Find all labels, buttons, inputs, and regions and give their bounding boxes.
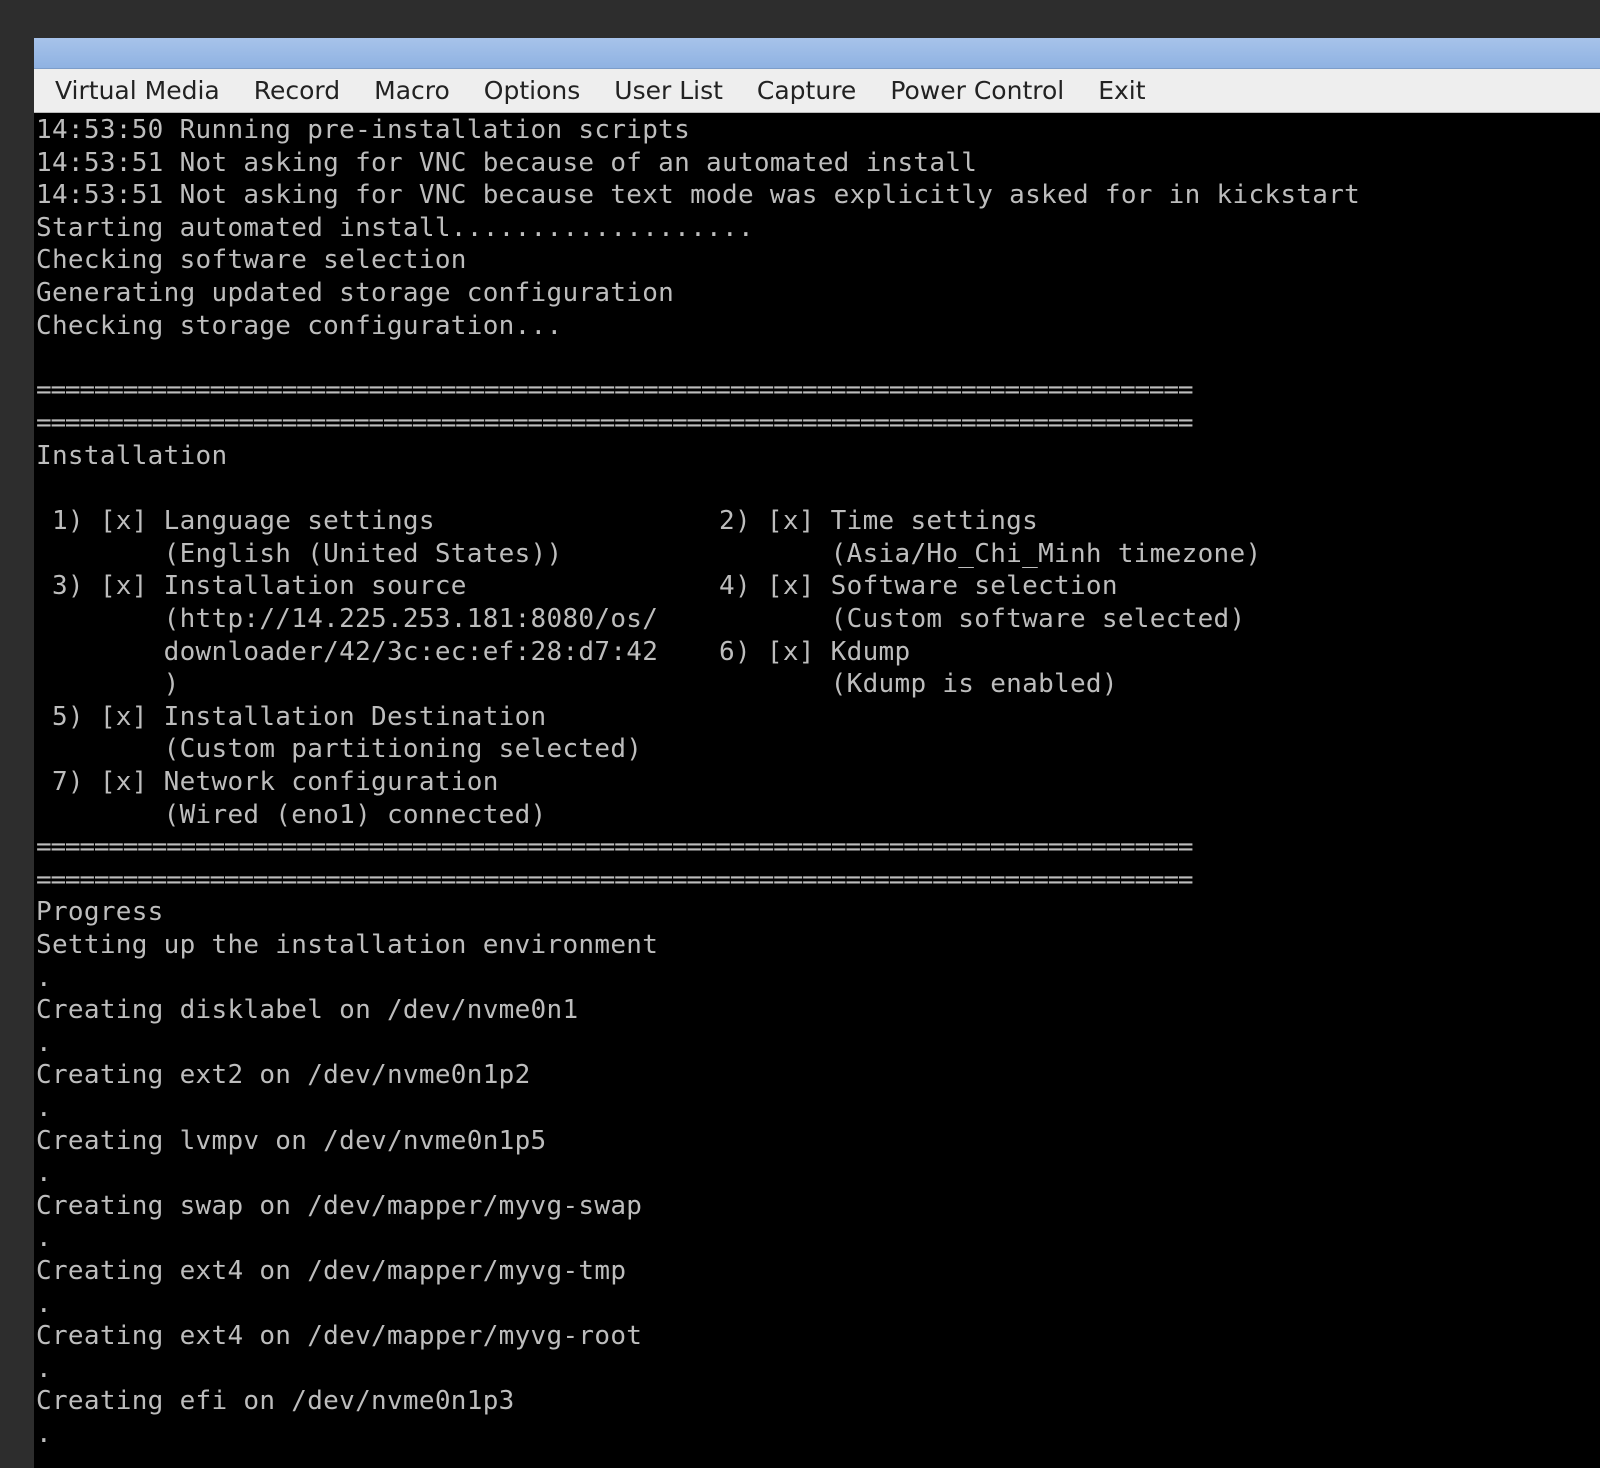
spoke-installation-destination-status: (Custom partitioning selected) bbox=[36, 734, 643, 764]
spoke-kdump: 6) [x] Kdump bbox=[719, 637, 911, 667]
progress-line: Creating ext2 on /dev/nvme0n1p2 bbox=[36, 1060, 531, 1090]
progress-dot: . bbox=[36, 1354, 52, 1384]
spoke-kdump-status: (Kdump is enabled) bbox=[719, 669, 1118, 699]
menu-bar: Virtual Media Record Macro Options User … bbox=[34, 69, 1600, 113]
progress-line: Creating disklabel on /dev/nvme0n1 bbox=[36, 995, 579, 1025]
log-line: Generating updated storage configuration bbox=[36, 278, 675, 308]
log-line: 14:53:50 Running pre-installation script… bbox=[36, 115, 691, 145]
log-line: 14:53:51 Not asking for VNC because text… bbox=[36, 180, 1361, 210]
menu-macro[interactable]: Macro bbox=[359, 69, 465, 113]
menu-exit[interactable]: Exit bbox=[1083, 69, 1160, 113]
spoke-language-status: (English (United States)) bbox=[36, 539, 563, 569]
separator-line: ========================================… bbox=[36, 375, 1193, 405]
progress-line: Creating swap on /dev/mapper/myvg-swap bbox=[36, 1191, 643, 1221]
spoke-time: 2) [x] Time settings bbox=[719, 506, 1039, 536]
progress-line: Creating ext4 on /dev/mapper/myvg-tmp bbox=[36, 1256, 627, 1286]
desktop-background: Virtual Media Record Macro Options User … bbox=[0, 0, 1600, 1468]
console-screen[interactable]: 14:53:50 Running pre-installation script… bbox=[34, 114, 1600, 1468]
separator-line: ========================================… bbox=[36, 408, 1193, 438]
menu-record[interactable]: Record bbox=[239, 69, 355, 113]
spoke-time-status: (Asia/Ho_Chi_Minh timezone) bbox=[719, 539, 1262, 569]
spoke-network-status: (Wired (eno1) connected) bbox=[36, 800, 547, 830]
progress-line: Creating lvmpv on /dev/nvme0n1p5 bbox=[36, 1126, 547, 1156]
separator-line: ========================================… bbox=[36, 832, 1193, 862]
separator-line: ========================================… bbox=[36, 865, 1193, 895]
spoke-installation-source-status: downloader/42/3c:ec:ef:28:d7:42 bbox=[36, 637, 659, 667]
log-line: Checking storage configuration... bbox=[36, 311, 563, 341]
menu-capture[interactable]: Capture bbox=[742, 69, 871, 113]
spoke-installation-source-status: (http://14.225.253.181:8080/os/ bbox=[36, 604, 659, 634]
kvm-console-window[interactable]: Virtual Media Record Macro Options User … bbox=[34, 38, 1600, 1468]
spoke-software-status: (Custom software selected) bbox=[719, 604, 1246, 634]
spoke-software: 4) [x] Software selection bbox=[719, 571, 1118, 601]
progress-dot: . bbox=[36, 1289, 52, 1319]
spoke-network: 7) [x] Network configuration bbox=[36, 767, 499, 797]
menu-power-control[interactable]: Power Control bbox=[875, 69, 1079, 113]
menu-options[interactable]: Options bbox=[469, 69, 595, 113]
menu-user-list[interactable]: User List bbox=[599, 69, 738, 113]
log-line: 14:53:51 Not asking for VNC because of a… bbox=[36, 148, 978, 178]
progress-dot: . bbox=[36, 1419, 52, 1449]
spoke-installation-source: 3) [x] Installation source bbox=[36, 571, 467, 601]
window-title-bar[interactable] bbox=[34, 38, 1600, 69]
progress-dot: . bbox=[36, 1223, 52, 1253]
spoke-installation-destination: 5) [x] Installation Destination bbox=[36, 702, 547, 732]
progress-dot: . bbox=[36, 1028, 52, 1058]
log-line: Checking software selection bbox=[36, 245, 467, 275]
progress-line: Setting up the installation environment bbox=[36, 930, 659, 960]
section-installation-heading: Installation bbox=[36, 441, 228, 471]
progress-dot: . bbox=[36, 1158, 52, 1188]
section-progress-heading: Progress bbox=[36, 897, 164, 927]
log-line: Starting automated install..............… bbox=[36, 213, 754, 243]
spoke-installation-source-status: ) bbox=[36, 669, 180, 699]
progress-line: Creating efi on /dev/nvme0n1p3 bbox=[36, 1386, 515, 1416]
progress-line: Creating ext4 on /dev/mapper/myvg-root bbox=[36, 1321, 643, 1351]
progress-dot: . bbox=[36, 963, 52, 993]
menu-virtual-media[interactable]: Virtual Media bbox=[40, 69, 235, 113]
progress-dot: . bbox=[36, 1093, 52, 1123]
spoke-language: 1) [x] Language settings bbox=[36, 506, 435, 536]
